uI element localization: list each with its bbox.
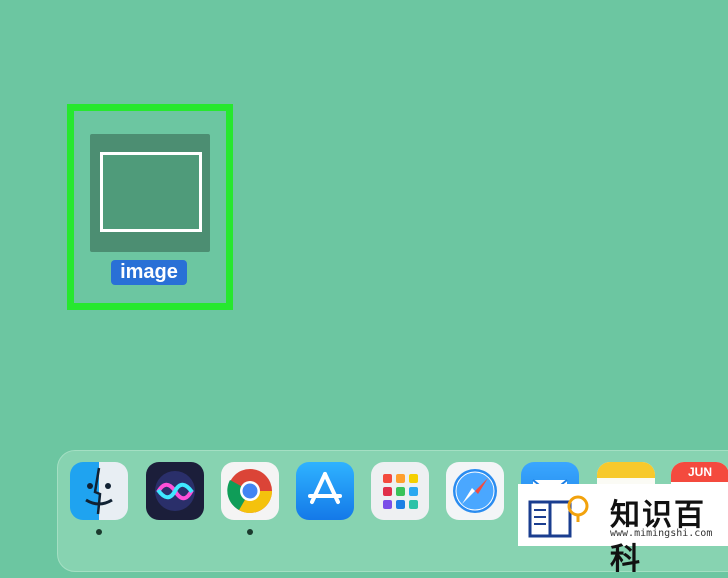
app-store-icon[interactable] <box>296 462 354 520</box>
watermark-url: www.mimingshi.com <box>610 528 713 539</box>
file-name-label[interactable]: image <box>111 260 187 285</box>
calendar-month-label: JUN <box>671 462 728 482</box>
safari-icon[interactable] <box>446 462 504 520</box>
file-icon[interactable] <box>90 134 210 252</box>
launchpad-icon[interactable] <box>371 462 429 520</box>
book-lightbulb-logo-icon <box>528 495 589 538</box>
chrome-icon[interactable] <box>221 462 279 520</box>
finder-icon[interactable] <box>70 462 128 520</box>
finder-running-indicator <box>96 529 102 535</box>
watermark: 知识百科 www.mimingshi.com <box>518 484 728 577</box>
siri-icon[interactable] <box>146 462 204 520</box>
chrome-running-indicator <box>247 529 253 535</box>
image-file-icon <box>100 152 202 232</box>
